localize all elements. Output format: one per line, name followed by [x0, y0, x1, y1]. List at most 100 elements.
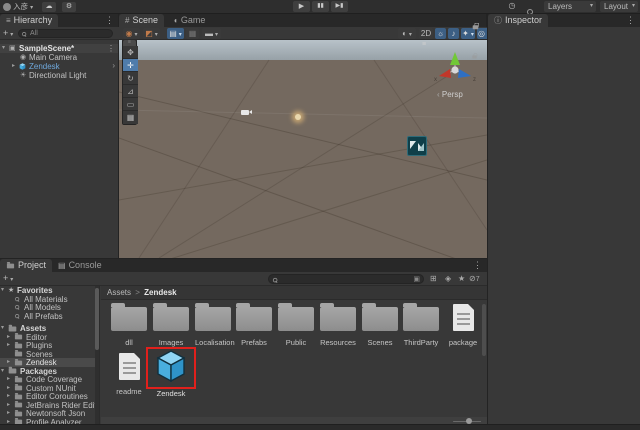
tab-console[interactable]: ▤Console — [52, 259, 108, 272]
view-options-dropdown[interactable]: ▤▾ — [167, 28, 184, 39]
folder-icon — [7, 263, 14, 268]
tab-label: Hierarchy — [14, 15, 53, 25]
folder-icon — [15, 411, 22, 416]
chevron-down-icon: ▾ — [10, 277, 13, 283]
favorite-search-icon[interactable]: ★ — [458, 274, 465, 283]
menu-icon[interactable]: ⋮ — [473, 259, 482, 271]
settings-button[interactable]: ⚙ — [62, 2, 76, 12]
project-search-input[interactable]: ▣ — [268, 274, 424, 284]
asset-item-public[interactable]: Public — [278, 303, 314, 347]
light-gizmo-icon[interactable] — [295, 114, 301, 120]
camera-gizmo-icon[interactable] — [241, 110, 249, 115]
layers-dropdown[interactable]: Layers▾ — [544, 1, 596, 12]
hand-tool-button[interactable]: ✥ — [123, 46, 138, 59]
asset-item-package[interactable]: package — [445, 303, 481, 347]
tab-label: Project — [18, 260, 46, 270]
shading-mode-dropdown[interactable]: ◉▾ — [123, 28, 140, 39]
grid-visibility-dropdown[interactable]: ▦ — [186, 28, 199, 39]
layout-label: Layout — [604, 2, 628, 11]
hidden-packages-toggle[interactable]: ⊘7 — [469, 274, 480, 283]
camera-settings-dropdown[interactable]: ▬▾ — [202, 28, 221, 39]
debug-mode-dropdown[interactable]: ◩▾ — [143, 28, 160, 39]
step-button[interactable]: ▶▮ — [331, 1, 348, 12]
rect-tool-button[interactable]: ▭ — [123, 98, 138, 111]
asset-item-images[interactable]: Images — [153, 303, 189, 347]
hierarchy-search-input[interactable]: All — [18, 29, 113, 38]
search-by-type-icon[interactable]: ◈ — [445, 274, 451, 283]
status-bar — [0, 424, 640, 430]
search-icon — [273, 277, 278, 282]
asset-item-scenes[interactable]: Scenes — [362, 303, 398, 347]
zendesk-object-gizmo[interactable] — [407, 136, 427, 156]
scrollbar-thumb[interactable] — [95, 288, 99, 350]
asset-item-readme[interactable]: readme — [111, 352, 147, 396]
scale-tool-button[interactable]: ⊿ — [123, 85, 138, 98]
breadcrumb-current[interactable]: Zendesk — [144, 288, 176, 297]
scrollbar-thumb[interactable] — [482, 304, 486, 356]
overlay-menu-icon[interactable]: ≡ — [422, 41, 426, 48]
folder-icon — [9, 368, 17, 373]
create-asset-button[interactable]: +▾ — [3, 273, 13, 283]
inspector-body — [488, 27, 640, 424]
menu-icon[interactable]: ⋮ — [626, 14, 635, 26]
tab-inspector[interactable]: ⓘInspector — [488, 14, 548, 27]
grid-scrollbar[interactable] — [482, 302, 486, 424]
hierarchy-row-directional-light[interactable]: ☀ Directional Light — [0, 71, 118, 80]
render-doc-dropdown[interactable]: ◐▾ — [398, 28, 416, 39]
lock-icon[interactable] — [473, 23, 479, 29]
play-button[interactable]: ▶ — [293, 1, 310, 12]
folder-icon — [15, 386, 22, 391]
move-tool-button[interactable]: ✛ — [123, 59, 138, 72]
asset-item-resources[interactable]: Resources — [320, 303, 356, 347]
scene-panel: #Scene ◖Game ◉▾ ◩▾ ▤▾ ▦ ▬▾ ◐▾ 2D ☼ ♪ ✦▾ … — [119, 14, 487, 258]
undo-history-button[interactable]: ◷ — [505, 1, 519, 12]
asset-item-localisation[interactable]: Localisation — [195, 303, 231, 347]
create-object-button[interactable]: +▾ — [3, 28, 13, 38]
open-in-search-icon[interactable]: ⊞ — [430, 274, 437, 283]
account-button[interactable]: 入彦▾ — [3, 2, 33, 12]
tab-hierarchy[interactable]: ≡Hierarchy — [0, 14, 58, 27]
tab-scene[interactable]: #Scene — [119, 14, 164, 27]
hierarchy-row-zendesk[interactable]: ▸ Zendesk › — [0, 62, 118, 71]
tree-all-prefabs[interactable]: All Prefabs — [0, 312, 99, 321]
chevron-down-icon: ▾ — [155, 32, 158, 38]
hierarchy-row-scene[interactable]: ▾ ▣ SampleScene* ⋮ — [0, 44, 118, 53]
persp-toggle[interactable]: ‹ Persp — [437, 90, 463, 99]
2d-toggle[interactable]: 2D — [419, 28, 433, 39]
scene-audio-toggle[interactable]: ♪ — [448, 28, 459, 39]
scene-lighting-toggle[interactable]: ☼ — [435, 28, 446, 39]
panel-icon: ▤ — [169, 29, 177, 38]
asset-label: ThirdParty — [403, 338, 439, 347]
prefab-cube-icon — [19, 63, 26, 70]
foldout-arrow-icon[interactable]: ▸ — [12, 62, 15, 71]
effects-dropdown[interactable]: ✦▾ — [461, 28, 475, 39]
asset-item-thirdparty[interactable]: ThirdParty — [403, 303, 439, 347]
thumbnail-zoom-slider[interactable] — [453, 421, 481, 423]
transform-tool-button[interactable]: ▦ — [123, 111, 138, 124]
asset-item-dll[interactable]: dll — [111, 303, 147, 347]
folder-icon — [15, 403, 22, 408]
scene-viewport[interactable]: ≡ ✥ ✛ ↻ ⊿ ▭ ▦ ≡ — [119, 40, 487, 258]
menu-icon[interactable]: ⋮ — [105, 14, 114, 26]
pause-button[interactable]: ▮▮ — [312, 1, 329, 12]
folder-icon — [362, 307, 398, 331]
orientation-gizmo[interactable]: x z — [432, 50, 478, 88]
document-icon — [453, 304, 474, 331]
tab-project[interactable]: Project — [0, 259, 52, 272]
tree-scrollbar[interactable] — [95, 286, 99, 424]
sphere-icon: ◉ — [126, 29, 133, 38]
hierarchy-row-main-camera[interactable]: ◉ Main Camera — [0, 53, 118, 62]
search-in-icon[interactable]: ▣ — [413, 275, 420, 284]
scene-tabbar: #Scene ◖Game — [119, 14, 486, 27]
chevron-down-icon: ▾ — [590, 1, 593, 12]
cloud-button[interactable]: ☁ — [42, 2, 56, 12]
chevron-right-icon[interactable]: › — [112, 61, 115, 70]
rotate-tool-button[interactable]: ↻ — [123, 72, 138, 85]
tab-label: Console — [69, 260, 102, 270]
breadcrumb-root[interactable]: Assets — [107, 288, 131, 297]
foldout-arrow-icon[interactable]: ▾ — [2, 44, 5, 53]
tab-game[interactable]: ◖Game — [167, 14, 211, 27]
tab-label: Inspector — [505, 15, 542, 25]
layout-dropdown[interactable]: Layout▾ — [600, 1, 638, 12]
asset-item-prefabs[interactable]: Prefabs — [236, 303, 272, 347]
